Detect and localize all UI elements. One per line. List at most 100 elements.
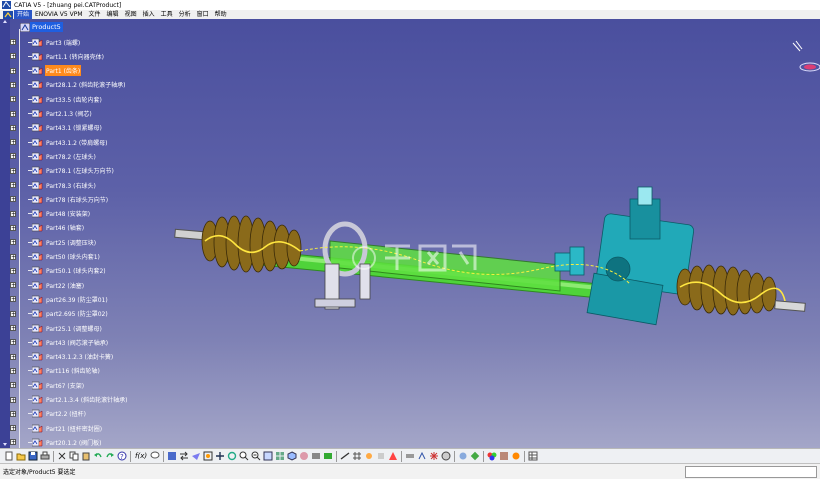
menu-start[interactable]: 开始 [14, 10, 33, 19]
expand-toggle[interactable]: + [10, 396, 16, 403]
comment-icon[interactable] [150, 451, 160, 461]
expand-toggle[interactable]: + [10, 124, 16, 131]
render-icon[interactable] [441, 451, 451, 461]
menu-enovia[interactable]: ENOVIA V5 VPM [32, 10, 86, 19]
pan-icon[interactable] [215, 451, 225, 461]
compass-icon[interactable] [790, 33, 820, 73]
menu-window[interactable]: 窗口 [194, 10, 212, 19]
app-menu-icon[interactable] [3, 10, 13, 19]
save-icon[interactable] [28, 451, 38, 461]
tree-item[interactable]: + part26.39 (防尘罩01) [10, 293, 109, 305]
tree-item[interactable]: + Part25 (调整压块) [10, 236, 97, 248]
redo-icon[interactable] [105, 451, 115, 461]
rotate-icon[interactable] [227, 451, 237, 461]
tree-item[interactable]: + Part43.1.2 (带肩螺母) [10, 136, 109, 148]
expand-toggle[interactable]: + [10, 67, 16, 74]
tree-item[interactable]: + Part78.1 (左球头万向节) [10, 165, 115, 177]
table-icon[interactable] [528, 451, 538, 461]
swap-visible-icon[interactable] [323, 451, 333, 461]
open-icon[interactable] [16, 451, 26, 461]
shading-icon[interactable] [299, 451, 309, 461]
tree-item[interactable]: + Part43.1 (锁紧螺母) [10, 122, 103, 134]
expand-toggle[interactable]: + [10, 139, 16, 146]
tree-item[interactable]: + Part22 (油塞) [10, 279, 85, 291]
expand-toggle[interactable]: + [10, 81, 16, 88]
menu-insert[interactable]: 插入 [140, 10, 158, 19]
expand-toggle[interactable]: + [10, 282, 16, 289]
tree-root[interactable]: Product5 [20, 21, 63, 33]
tree-item[interactable]: + Part1 (齿条) [10, 65, 82, 77]
tree-item[interactable]: + Part50 (球头内套1) [10, 251, 101, 263]
tree-item[interactable]: + Part67 (支架) [10, 379, 85, 391]
tree-item[interactable]: + Part2.2 (扭杆) [10, 408, 87, 420]
tree-item[interactable]: + Part2.1.3.4 (斜齿轮滚针轴承) [10, 394, 128, 406]
expand-toggle[interactable]: + [10, 367, 16, 374]
tree-item[interactable]: + Part20.1.2 (阀门板) [10, 436, 103, 448]
fly-mode-icon[interactable] [191, 451, 201, 461]
tree-item[interactable]: + Part43 (阀芯滚子轴承) [10, 336, 109, 348]
swap-icon[interactable] [179, 451, 189, 461]
menu-edit[interactable]: 编辑 [104, 10, 122, 19]
tree-item[interactable]: + Part48 (安装架) [10, 208, 91, 220]
copy-icon[interactable] [69, 451, 79, 461]
tree-item[interactable]: + Part3 (端螺) [10, 36, 81, 48]
constraint-icon[interactable] [364, 451, 374, 461]
expand-toggle[interactable]: + [10, 167, 16, 174]
new-icon[interactable] [4, 451, 14, 461]
tree-item[interactable]: + Part33.5 (齿轮内套) [10, 93, 103, 105]
expand-toggle[interactable]: + [10, 253, 16, 260]
expand-toggle[interactable]: + [10, 182, 16, 189]
clash-icon[interactable] [388, 451, 398, 461]
help-icon[interactable]: ? [117, 451, 127, 461]
paste-icon[interactable] [81, 451, 91, 461]
tree-item[interactable]: + Part2.1.3 (阀芯) [10, 108, 93, 120]
expand-toggle[interactable]: + [10, 267, 16, 274]
tree-scroll-strip[interactable] [0, 19, 10, 448]
material-icon[interactable] [499, 451, 509, 461]
3d-viewport[interactable]: Product5 + Part3 (端螺) + Part1.1 (转向器壳体) … [0, 19, 820, 448]
expand-toggle[interactable]: + [10, 239, 16, 246]
expand-toggle[interactable]: + [10, 296, 16, 303]
appearance-icon[interactable] [511, 451, 521, 461]
tree-item[interactable]: + Part116 (斜齿轮轴) [10, 365, 101, 377]
tree-item[interactable]: + Part78 (右球头万向节) [10, 193, 109, 205]
tree-item[interactable]: + Part21 (扭杆密封圈) [10, 422, 103, 434]
tree-item[interactable]: + Part78.2 (左球头) [10, 150, 97, 162]
zoom-out-icon[interactable] [251, 451, 261, 461]
grid-icon[interactable] [352, 451, 362, 461]
menu-tools[interactable]: 工具 [158, 10, 176, 19]
explode-icon[interactable] [429, 451, 439, 461]
menu-file[interactable]: 文件 [86, 10, 104, 19]
hide-show-icon[interactable] [311, 451, 321, 461]
menu-analyze[interactable]: 分析 [176, 10, 194, 19]
tree-item[interactable]: + Part50.1 (球头内套2) [10, 265, 107, 277]
expand-toggle[interactable]: + [10, 382, 16, 389]
expand-toggle[interactable]: + [10, 39, 16, 46]
measure-icon[interactable] [340, 451, 350, 461]
expand-toggle[interactable]: + [10, 425, 16, 432]
expand-toggle[interactable]: + [10, 210, 16, 217]
tree-item[interactable]: + Part28.1.2 (斜齿轮滚子轴承) [10, 79, 127, 91]
catalog-icon[interactable] [167, 451, 177, 461]
normal-view-icon[interactable] [263, 451, 273, 461]
expand-toggle[interactable]: + [10, 53, 16, 60]
expand-toggle[interactable]: + [10, 310, 16, 317]
expand-toggle[interactable]: + [10, 410, 16, 417]
iso-view-icon[interactable] [287, 451, 297, 461]
fit-all-icon[interactable] [203, 451, 213, 461]
multi-view-icon[interactable] [275, 451, 285, 461]
expand-toggle[interactable]: + [10, 325, 16, 332]
cut-icon[interactable] [57, 451, 67, 461]
zoom-in-icon[interactable] [239, 451, 249, 461]
tools-icon[interactable] [405, 451, 415, 461]
menu-help[interactable]: 帮助 [212, 10, 230, 19]
expand-toggle[interactable]: + [10, 110, 16, 117]
expand-toggle[interactable]: + [10, 353, 16, 360]
expand-toggle[interactable]: + [10, 339, 16, 346]
tree-item[interactable]: + Part1.1 (转向器壳体) [10, 50, 105, 62]
tree-item[interactable]: + Part78.3 (右球头) [10, 179, 97, 191]
section-icon[interactable] [376, 451, 386, 461]
expand-toggle[interactable]: + [10, 96, 16, 103]
expand-toggle[interactable]: + [10, 439, 16, 446]
analysis-icon[interactable] [458, 451, 468, 461]
